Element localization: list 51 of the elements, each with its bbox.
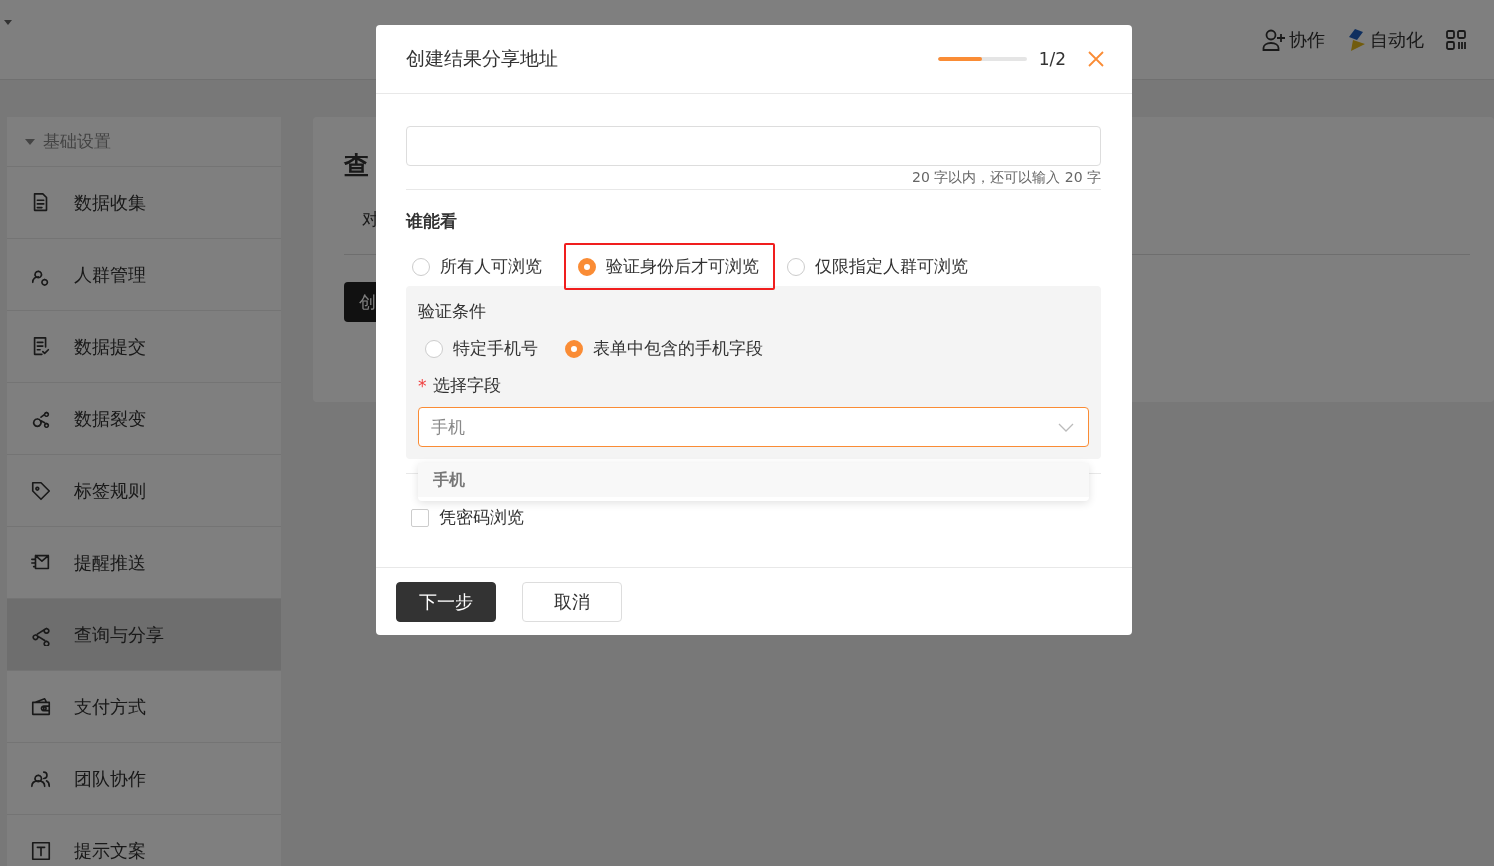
radio-button[interactable] [412,257,430,276]
required-mark: * [418,375,427,396]
checkbox[interactable] [411,508,429,527]
sidebar-item[interactable]: 数据收集 [7,167,281,239]
dropdown-option[interactable]: 手机 [418,463,1089,497]
chevron-down-icon [1058,422,1074,432]
radio-button[interactable] [787,257,805,276]
dialog-title: 创建结果分享地址 [406,46,559,71]
lightning-logo-icon [1347,28,1367,51]
field-label: 选择字段 [432,374,501,397]
sidebar-item[interactable]: 提示文案 [7,815,281,866]
cancel-button[interactable]: 取消 [522,581,622,622]
menu-icon [30,839,52,862]
section-label: 谁能看 [406,210,458,233]
sidebar-group[interactable]: 基础设置 [7,117,281,167]
radio-option[interactable]: 所有人可浏览 [406,243,558,290]
step-counter: 1/2 [1038,49,1066,69]
caret-icon[interactable] [4,20,12,25]
sidebar-item[interactable]: 支付方式 [7,671,281,743]
group-label: 基础设置 [43,130,111,153]
add-user-icon [1262,28,1286,51]
radio-label: 表单中包含的手机字段 [593,337,763,360]
radio-button[interactable] [565,339,583,358]
radio-label: 验证身份后才可浏览 [606,255,759,278]
checkbox-label: 凭密码浏览 [439,506,524,529]
close-icon[interactable] [1088,51,1104,67]
sidebar-item[interactable]: 数据提交 [7,311,281,383]
radio-button[interactable] [425,339,443,358]
sidebar-item[interactable]: 团队协作 [7,743,281,815]
select-field[interactable]: 手机 [418,407,1089,447]
caret-icon [25,138,35,145]
page-title: 查 [344,150,369,182]
panel-label: 验证条件 [418,300,487,323]
tab[interactable]: 对 [362,209,379,229]
radio-label: 仅限指定人群可浏览 [815,255,968,278]
sidebar-item[interactable]: 标签规则 [7,455,281,527]
toolbar-button[interactable]: 协作 [1262,27,1325,52]
menu-icon [30,479,52,502]
radio-button[interactable] [578,257,596,276]
sidebar-item[interactable]: 人群管理 [7,239,281,311]
sidebar-item[interactable]: 数据裂变 [7,383,281,455]
app-grid-icon[interactable] [1446,29,1466,50]
radio-label: 所有人可浏览 [440,255,542,278]
next-button[interactable]: 下一步 [396,581,496,622]
input-field[interactable] [406,126,1101,166]
character-counter: 20 字以内，还可以输入 20 字 [406,169,1101,190]
sidebar-item[interactable]: 查询与分享 [7,599,281,671]
radio-label: 特定手机号 [453,337,538,360]
menu-icon [30,695,52,718]
radio-option[interactable]: 仅限指定人群可浏览 [781,243,984,290]
toolbar-button[interactable]: 自动化 [1347,27,1424,52]
